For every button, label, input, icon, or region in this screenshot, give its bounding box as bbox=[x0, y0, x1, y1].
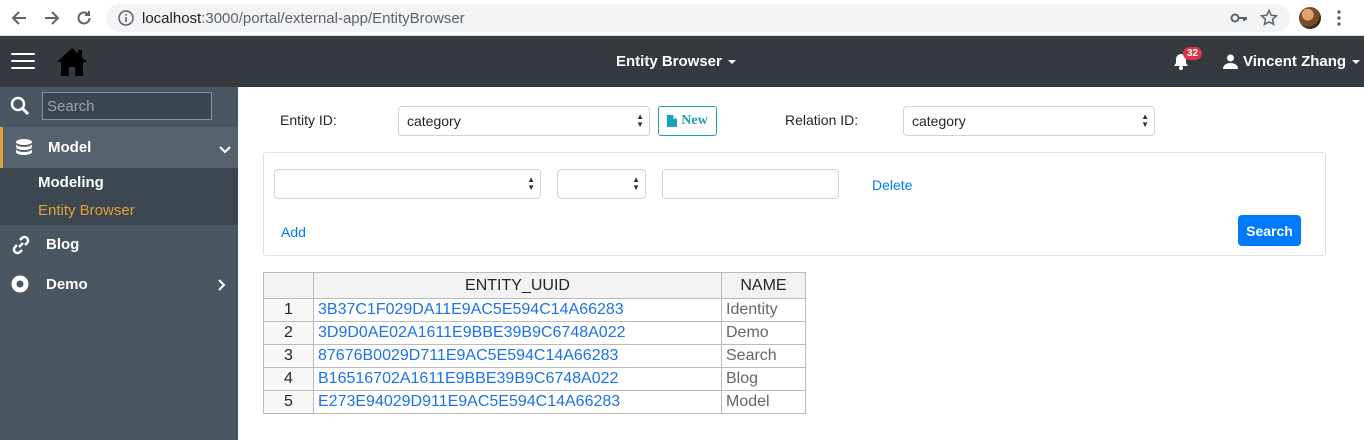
row-number: 5 bbox=[263, 390, 314, 414]
row-number: 2 bbox=[263, 321, 314, 345]
entity-uuid-link[interactable]: 3B37C1F029DA11E9AC5E594C14A66283 bbox=[313, 298, 722, 322]
search-button-label: Search bbox=[1246, 222, 1293, 239]
reload-icon[interactable] bbox=[73, 7, 95, 29]
sidebar-item-blog[interactable]: Blog bbox=[0, 225, 238, 265]
entity-uuid-link[interactable]: B16516702A1611E9BBE39B9C6748A022 bbox=[313, 367, 722, 391]
row-number: 3 bbox=[263, 344, 314, 368]
table-row: 1 3B37C1F029DA11E9AC5E594C14A66283 Ident… bbox=[263, 298, 806, 322]
table-row: 5 E273E94029D911E9AC5E594C14A66283 Model bbox=[263, 390, 806, 414]
url-text: localhost:3000/portal/external-app/Entit… bbox=[142, 10, 465, 27]
table-row: 3 87676B0029D711E9AC5E594C14A66283 Searc… bbox=[263, 344, 806, 368]
search-input[interactable] bbox=[42, 92, 212, 120]
filter-panel: ▲ ▼ ▲ ▼ Delete Add Search bbox=[263, 152, 1326, 256]
key-icon[interactable] bbox=[1230, 10, 1248, 31]
forward-arrow-icon[interactable] bbox=[41, 7, 63, 29]
new-button[interactable]: New bbox=[658, 106, 717, 136]
sidebar-item-entity-browser[interactable]: Entity Browser bbox=[38, 202, 135, 219]
url-path: :3000/portal/external-app/EntityBrowser bbox=[201, 10, 465, 27]
row-number: 1 bbox=[263, 298, 314, 322]
search-icon bbox=[10, 96, 30, 121]
add-link[interactable]: Add bbox=[281, 224, 306, 240]
main-content: Entity ID: category ▲ ▼ New Relation ID: … bbox=[238, 87, 1364, 440]
sidebar-item-modeling[interactable]: Modeling bbox=[38, 174, 104, 191]
select-arrows-icon: ▲ ▼ bbox=[1141, 112, 1149, 129]
url-host: localhost bbox=[142, 10, 202, 27]
dot-circle-icon bbox=[11, 275, 29, 298]
sidebar-item-label: Demo bbox=[46, 276, 88, 293]
table-header-row: ENTITY_UUID NAME bbox=[263, 272, 806, 299]
user-icon bbox=[1223, 54, 1238, 69]
sidebar-search bbox=[0, 87, 238, 127]
select-arrows-icon: ▲ ▼ bbox=[527, 175, 535, 192]
filter-value-input[interactable] bbox=[662, 169, 839, 199]
sidebar-item-model[interactable]: Model bbox=[0, 127, 238, 168]
entity-name: Blog bbox=[721, 367, 806, 391]
search-button[interactable]: Search bbox=[1238, 215, 1301, 246]
relation-id-select[interactable]: category ▲ ▼ bbox=[903, 106, 1155, 136]
back-arrow-icon[interactable] bbox=[8, 7, 30, 29]
profile-avatar[interactable] bbox=[1299, 7, 1321, 29]
entity-table: ENTITY_UUID NAME 1 3B37C1F029DA11E9AC5E5… bbox=[263, 272, 806, 414]
entity-name: Identity bbox=[721, 298, 806, 322]
top-navbar: Entity Browser 32 Vincent Zhang bbox=[0, 36, 1364, 87]
hamburger-menu-icon[interactable] bbox=[11, 53, 35, 71]
chevron-right-icon bbox=[218, 278, 226, 296]
select-arrows-icon: ▲ ▼ bbox=[636, 112, 644, 129]
chevron-down-icon bbox=[219, 141, 231, 159]
file-icon bbox=[667, 115, 678, 127]
entity-name: Model bbox=[721, 390, 806, 414]
browser-toolbar: localhost:3000/portal/external-app/Entit… bbox=[0, 0, 1364, 36]
sidebar-item-label: Model bbox=[48, 139, 92, 156]
entity-id-label: Entity ID: bbox=[280, 112, 337, 128]
column-header-name[interactable]: NAME bbox=[721, 272, 806, 299]
entity-id-select[interactable]: category ▲ ▼ bbox=[398, 106, 650, 136]
notification-badge: 32 bbox=[1183, 47, 1203, 60]
entity-uuid-link[interactable]: 87676B0029D711E9AC5E594C14A66283 bbox=[313, 344, 722, 368]
relation-id-label: Relation ID: bbox=[785, 112, 859, 128]
user-menu[interactable]: Vincent Zhang bbox=[1223, 53, 1361, 70]
entity-name: Search bbox=[721, 344, 806, 368]
sidebar-item-demo[interactable]: Demo bbox=[0, 265, 238, 305]
star-icon[interactable] bbox=[1259, 8, 1279, 32]
relation-id-value: category bbox=[912, 113, 966, 129]
filter-operator-select[interactable]: ▲ ▼ bbox=[557, 169, 646, 199]
kebab-menu-icon[interactable] bbox=[1336, 9, 1342, 32]
home-icon[interactable] bbox=[56, 47, 88, 82]
delete-link[interactable]: Delete bbox=[872, 177, 912, 193]
app-title-text: Entity Browser bbox=[616, 53, 722, 70]
caret-down-icon bbox=[727, 60, 736, 65]
new-button-label: New bbox=[681, 113, 708, 128]
database-icon bbox=[15, 138, 33, 163]
link-icon bbox=[11, 235, 31, 260]
sidebar: Model Modeling Entity Browser Blog Demo bbox=[0, 87, 238, 440]
column-header-index bbox=[263, 272, 314, 299]
address-bar[interactable]: localhost:3000/portal/external-app/Entit… bbox=[106, 4, 1290, 32]
entity-name: Demo bbox=[721, 321, 806, 345]
app-title-dropdown[interactable]: Entity Browser bbox=[616, 53, 736, 70]
select-arrows-icon: ▲ ▼ bbox=[632, 175, 640, 192]
entity-uuid-link[interactable]: 3D9D0AE02A1611E9BBE39B9C6748A022 bbox=[313, 321, 722, 345]
sidebar-item-label: Blog bbox=[46, 236, 80, 253]
entity-uuid-link[interactable]: E273E94029D911E9AC5E594C14A66283 bbox=[313, 390, 722, 414]
table-row: 2 3D9D0AE02A1611E9BBE39B9C6748A022 Demo bbox=[263, 321, 806, 345]
column-header-entity-uuid[interactable]: ENTITY_UUID bbox=[313, 272, 722, 299]
filter-field-select[interactable]: ▲ ▼ bbox=[274, 169, 541, 199]
entity-id-value: category bbox=[407, 113, 461, 129]
row-number: 4 bbox=[263, 367, 314, 391]
table-row: 4 B16516702A1611E9BBE39B9C6748A022 Blog bbox=[263, 367, 806, 391]
caret-down-icon bbox=[1352, 59, 1361, 64]
sidebar-submenu: Modeling Entity Browser bbox=[0, 168, 238, 225]
user-name: Vincent Zhang bbox=[1243, 53, 1347, 70]
info-icon[interactable] bbox=[118, 10, 134, 31]
